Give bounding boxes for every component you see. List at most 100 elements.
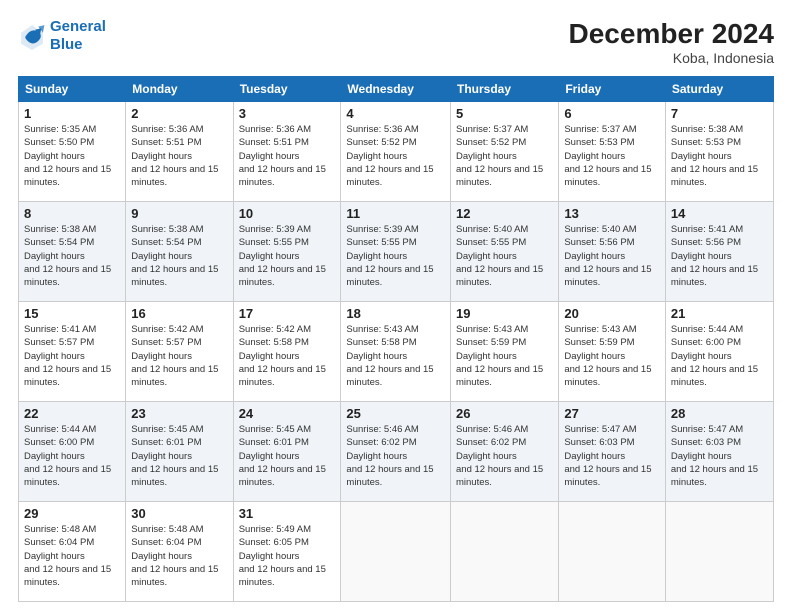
day-number: 25: [346, 406, 445, 421]
month-title: December 2024: [569, 18, 774, 50]
week-row-4: 22 Sunrise: 5:44 AMSunset: 6:00 PMDaylig…: [19, 402, 774, 502]
cell-info: Sunrise: 5:44 AMSunset: 6:00 PMDaylight …: [671, 324, 758, 388]
logo-text: General Blue: [50, 18, 106, 54]
logo-icon: [18, 22, 46, 50]
day-number: 11: [346, 206, 445, 221]
week-row-5: 29 Sunrise: 5:48 AMSunset: 6:04 PMDaylig…: [19, 502, 774, 602]
cell-info: Sunrise: 5:43 AMSunset: 5:58 PMDaylight …: [346, 324, 433, 388]
day-number: 12: [456, 206, 553, 221]
calendar-cell: 26 Sunrise: 5:46 AMSunset: 6:02 PMDaylig…: [451, 402, 559, 502]
calendar-cell: 20 Sunrise: 5:43 AMSunset: 5:59 PMDaylig…: [559, 302, 666, 402]
day-number: 29: [24, 506, 120, 521]
cell-info: Sunrise: 5:43 AMSunset: 5:59 PMDaylight …: [456, 324, 543, 388]
header: General Blue December 2024 Koba, Indones…: [18, 18, 774, 66]
calendar-cell: 3 Sunrise: 5:36 AMSunset: 5:51 PMDayligh…: [233, 102, 341, 202]
calendar-cell: 4 Sunrise: 5:36 AMSunset: 5:52 PMDayligh…: [341, 102, 451, 202]
cell-info: Sunrise: 5:48 AMSunset: 6:04 PMDaylight …: [131, 524, 218, 588]
logo-line1: General: [50, 18, 106, 35]
calendar-cell: 31 Sunrise: 5:49 AMSunset: 6:05 PMDaylig…: [233, 502, 341, 602]
col-sunday: Sunday: [19, 77, 126, 102]
calendar-cell: 14 Sunrise: 5:41 AMSunset: 5:56 PMDaylig…: [665, 202, 773, 302]
col-saturday: Saturday: [665, 77, 773, 102]
week-row-1: 1 Sunrise: 5:35 AMSunset: 5:50 PMDayligh…: [19, 102, 774, 202]
cell-info: Sunrise: 5:47 AMSunset: 6:03 PMDaylight …: [564, 424, 651, 488]
day-number: 28: [671, 406, 768, 421]
day-number: 30: [131, 506, 227, 521]
calendar-cell: 24 Sunrise: 5:45 AMSunset: 6:01 PMDaylig…: [233, 402, 341, 502]
cell-info: Sunrise: 5:44 AMSunset: 6:00 PMDaylight …: [24, 424, 111, 488]
col-friday: Friday: [559, 77, 666, 102]
calendar-cell: [665, 502, 773, 602]
calendar-cell: 1 Sunrise: 5:35 AMSunset: 5:50 PMDayligh…: [19, 102, 126, 202]
week-row-2: 8 Sunrise: 5:38 AMSunset: 5:54 PMDayligh…: [19, 202, 774, 302]
col-wednesday: Wednesday: [341, 77, 451, 102]
calendar-cell: 10 Sunrise: 5:39 AMSunset: 5:55 PMDaylig…: [233, 202, 341, 302]
day-number: 27: [564, 406, 660, 421]
cell-info: Sunrise: 5:41 AMSunset: 5:57 PMDaylight …: [24, 324, 111, 388]
cell-info: Sunrise: 5:38 AMSunset: 5:54 PMDaylight …: [24, 224, 111, 288]
day-number: 1: [24, 106, 120, 121]
calendar-cell: 7 Sunrise: 5:38 AMSunset: 5:53 PMDayligh…: [665, 102, 773, 202]
calendar-cell: 13 Sunrise: 5:40 AMSunset: 5:56 PMDaylig…: [559, 202, 666, 302]
week-row-3: 15 Sunrise: 5:41 AMSunset: 5:57 PMDaylig…: [19, 302, 774, 402]
cell-info: Sunrise: 5:38 AMSunset: 5:54 PMDaylight …: [131, 224, 218, 288]
cell-info: Sunrise: 5:46 AMSunset: 6:02 PMDaylight …: [346, 424, 433, 488]
cell-info: Sunrise: 5:48 AMSunset: 6:04 PMDaylight …: [24, 524, 111, 588]
calendar-cell: 25 Sunrise: 5:46 AMSunset: 6:02 PMDaylig…: [341, 402, 451, 502]
cell-info: Sunrise: 5:43 AMSunset: 5:59 PMDaylight …: [564, 324, 651, 388]
day-number: 10: [239, 206, 336, 221]
cell-info: Sunrise: 5:42 AMSunset: 5:58 PMDaylight …: [239, 324, 326, 388]
calendar-header-row: Sunday Monday Tuesday Wednesday Thursday…: [19, 77, 774, 102]
title-block: December 2024 Koba, Indonesia: [569, 18, 774, 66]
calendar-cell: 23 Sunrise: 5:45 AMSunset: 6:01 PMDaylig…: [126, 402, 233, 502]
day-number: 13: [564, 206, 660, 221]
calendar-cell: 19 Sunrise: 5:43 AMSunset: 5:59 PMDaylig…: [451, 302, 559, 402]
calendar-cell: 9 Sunrise: 5:38 AMSunset: 5:54 PMDayligh…: [126, 202, 233, 302]
col-thursday: Thursday: [451, 77, 559, 102]
calendar-cell: 22 Sunrise: 5:44 AMSunset: 6:00 PMDaylig…: [19, 402, 126, 502]
cell-info: Sunrise: 5:37 AMSunset: 5:53 PMDaylight …: [564, 124, 651, 188]
day-number: 26: [456, 406, 553, 421]
day-number: 23: [131, 406, 227, 421]
cell-info: Sunrise: 5:45 AMSunset: 6:01 PMDaylight …: [131, 424, 218, 488]
day-number: 19: [456, 306, 553, 321]
cell-info: Sunrise: 5:36 AMSunset: 5:52 PMDaylight …: [346, 124, 433, 188]
logo: General Blue: [18, 18, 106, 54]
calendar-cell: 12 Sunrise: 5:40 AMSunset: 5:55 PMDaylig…: [451, 202, 559, 302]
cell-info: Sunrise: 5:46 AMSunset: 6:02 PMDaylight …: [456, 424, 543, 488]
col-tuesday: Tuesday: [233, 77, 341, 102]
calendar-cell: 29 Sunrise: 5:48 AMSunset: 6:04 PMDaylig…: [19, 502, 126, 602]
calendar-cell: 30 Sunrise: 5:48 AMSunset: 6:04 PMDaylig…: [126, 502, 233, 602]
day-number: 15: [24, 306, 120, 321]
page: General Blue December 2024 Koba, Indones…: [0, 0, 792, 612]
day-number: 6: [564, 106, 660, 121]
calendar-cell: 5 Sunrise: 5:37 AMSunset: 5:52 PMDayligh…: [451, 102, 559, 202]
cell-info: Sunrise: 5:39 AMSunset: 5:55 PMDaylight …: [239, 224, 326, 288]
day-number: 22: [24, 406, 120, 421]
calendar-cell: 8 Sunrise: 5:38 AMSunset: 5:54 PMDayligh…: [19, 202, 126, 302]
cell-info: Sunrise: 5:42 AMSunset: 5:57 PMDaylight …: [131, 324, 218, 388]
calendar-cell: 2 Sunrise: 5:36 AMSunset: 5:51 PMDayligh…: [126, 102, 233, 202]
cell-info: Sunrise: 5:41 AMSunset: 5:56 PMDaylight …: [671, 224, 758, 288]
calendar-cell: 16 Sunrise: 5:42 AMSunset: 5:57 PMDaylig…: [126, 302, 233, 402]
cell-info: Sunrise: 5:36 AMSunset: 5:51 PMDaylight …: [131, 124, 218, 188]
calendar-cell: 28 Sunrise: 5:47 AMSunset: 6:03 PMDaylig…: [665, 402, 773, 502]
day-number: 8: [24, 206, 120, 221]
cell-info: Sunrise: 5:47 AMSunset: 6:03 PMDaylight …: [671, 424, 758, 488]
day-number: 24: [239, 406, 336, 421]
day-number: 9: [131, 206, 227, 221]
calendar-cell: 11 Sunrise: 5:39 AMSunset: 5:55 PMDaylig…: [341, 202, 451, 302]
day-number: 31: [239, 506, 336, 521]
calendar-cell: 15 Sunrise: 5:41 AMSunset: 5:57 PMDaylig…: [19, 302, 126, 402]
cell-info: Sunrise: 5:38 AMSunset: 5:53 PMDaylight …: [671, 124, 758, 188]
calendar-cell: 27 Sunrise: 5:47 AMSunset: 6:03 PMDaylig…: [559, 402, 666, 502]
col-monday: Monday: [126, 77, 233, 102]
logo-line2: Blue: [50, 36, 83, 53]
calendar-cell: [559, 502, 666, 602]
cell-info: Sunrise: 5:37 AMSunset: 5:52 PMDaylight …: [456, 124, 543, 188]
calendar-cell: 17 Sunrise: 5:42 AMSunset: 5:58 PMDaylig…: [233, 302, 341, 402]
day-number: 7: [671, 106, 768, 121]
day-number: 4: [346, 106, 445, 121]
cell-info: Sunrise: 5:36 AMSunset: 5:51 PMDaylight …: [239, 124, 326, 188]
cell-info: Sunrise: 5:49 AMSunset: 6:05 PMDaylight …: [239, 524, 326, 588]
